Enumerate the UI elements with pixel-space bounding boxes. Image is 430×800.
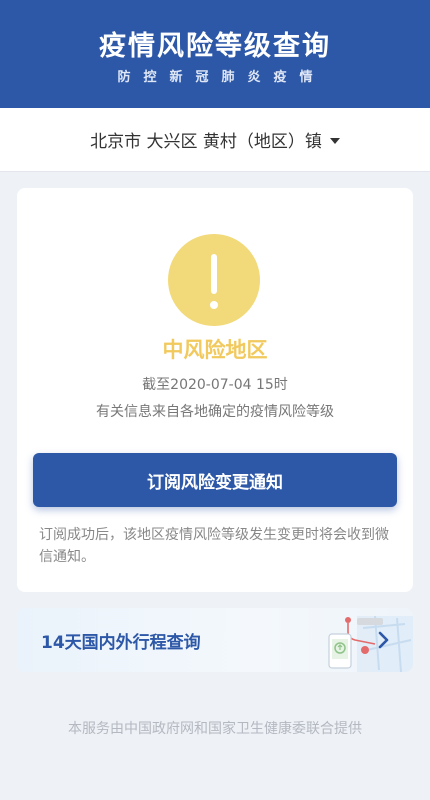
footer-note: 本服务由中国政府网和国家卫生健康委联合提供: [68, 721, 362, 737]
trip-query-card[interactable]: 14天国内外行程查询: [17, 608, 413, 672]
source-note: 有关信息来自各地确定的疫情风险等级: [96, 404, 334, 420]
trip-query-label: 14天国内外行程查询: [41, 633, 201, 653]
exclamation-icon: [168, 234, 260, 326]
subscribe-button[interactable]: 订阅风险变更通知: [33, 453, 397, 507]
app-header: 疫情风险等级查询 防控新冠肺炎疫情: [0, 0, 430, 108]
location-label: 北京市 大兴区 黄村（地区）镇: [90, 132, 322, 152]
location-selector[interactable]: 北京市 大兴区 黄村（地区）镇: [0, 108, 430, 172]
page-subtitle: 防控新冠肺炎疫情: [117, 70, 326, 85]
map-route-phone-icon: [328, 615, 413, 672]
page-title: 疫情风险等级查询: [99, 31, 331, 62]
risk-level-text: 中风险地区: [162, 338, 268, 362]
as-of-timestamp: 截至2020-07-04 15时: [142, 377, 288, 393]
risk-status-card: 中风险地区 截至2020-07-04 15时 有关信息来自各地确定的疫情风险等级…: [17, 188, 413, 592]
chevron-right-icon: [378, 631, 389, 649]
caret-down-icon: [329, 137, 340, 144]
subscribe-tip: 订阅成功后，该地区疫情风险等级发生变更时将会收到微信通知。: [39, 527, 389, 565]
